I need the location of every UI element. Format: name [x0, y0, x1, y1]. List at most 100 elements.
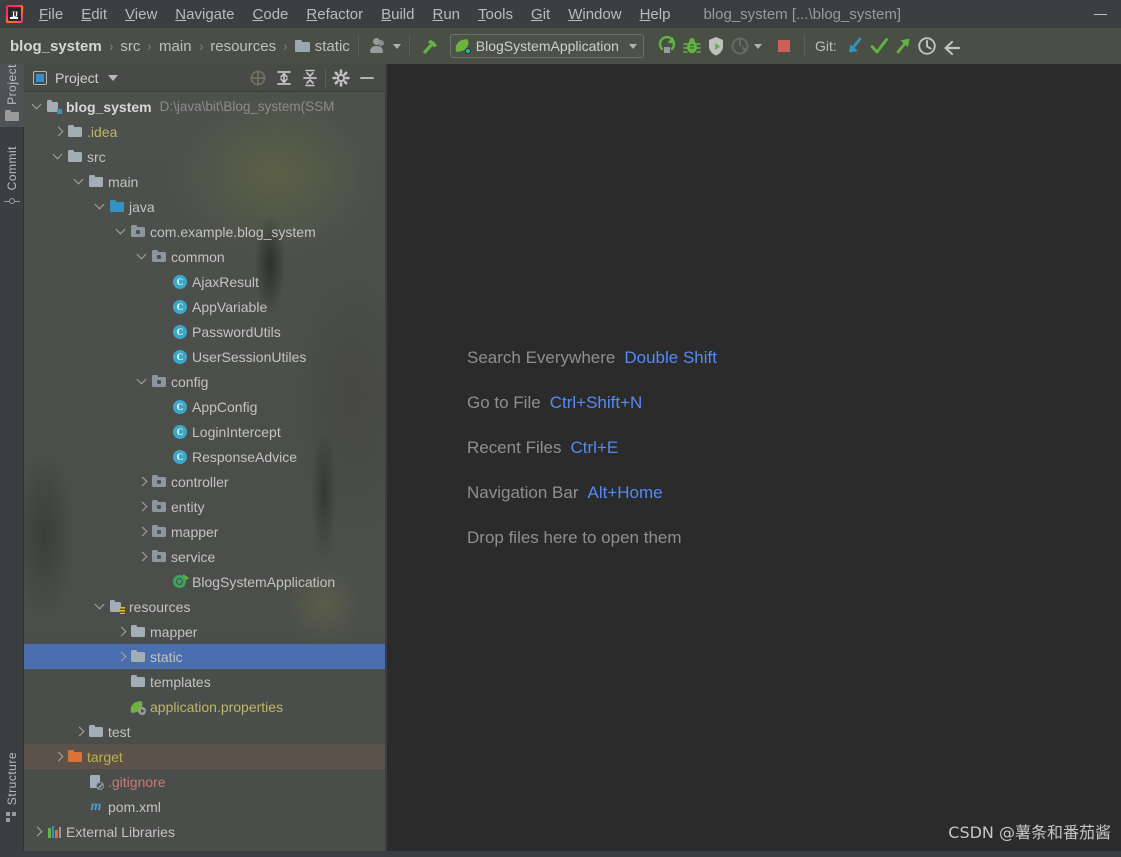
debug-bug-icon[interactable]: [680, 34, 704, 58]
chevron-right-icon[interactable]: [116, 651, 128, 663]
tree-row[interactable]: src: [24, 144, 386, 169]
chevron-right-icon[interactable]: [137, 476, 149, 488]
tree-row[interactable]: .gitignore: [24, 769, 386, 794]
menu-build[interactable]: Build: [372, 4, 423, 25]
panel-settings-gear-icon[interactable]: [328, 65, 354, 91]
hammer-build-icon[interactable]: [418, 34, 442, 58]
expand-all-button[interactable]: [271, 65, 297, 91]
menu-window[interactable]: Window: [559, 4, 630, 25]
tree-row[interactable]: static: [24, 644, 386, 669]
profiler-button[interactable]: [728, 34, 752, 58]
menu-bar: File Edit View Navigate Code Refactor Build Run…: [30, 4, 679, 25]
avatar-chevron-down-icon[interactable]: [392, 43, 401, 49]
sidebar-item-commit[interactable]: Commit: [0, 146, 24, 212]
menu-help[interactable]: Help: [631, 4, 680, 25]
menu-view[interactable]: View: [116, 4, 166, 25]
chevron-down-icon[interactable]: [116, 226, 128, 238]
tree-row[interactable]: config: [24, 369, 386, 394]
sidebar-item-structure[interactable]: Structure: [0, 752, 24, 827]
tree-row[interactable]: entity: [24, 494, 386, 519]
tree-row[interactable]: C ResponseAdvice: [24, 444, 386, 469]
breadcrumb-item-blog-system[interactable]: blog_system: [10, 38, 102, 55]
git-history-button[interactable]: [915, 34, 939, 58]
chevron-right-icon[interactable]: [53, 126, 65, 138]
breadcrumb-item-resources[interactable]: resources: [210, 38, 276, 55]
git-commit-button[interactable]: [867, 34, 891, 58]
breadcrumb-item-main[interactable]: main: [159, 38, 192, 55]
chevron-right-icon[interactable]: [116, 626, 128, 638]
menu-file[interactable]: File: [30, 4, 72, 25]
tree-row[interactable]: com.example.blog_system: [24, 219, 386, 244]
tree-row[interactable]: External Libraries: [24, 819, 386, 844]
chevron-down-icon[interactable]: [95, 201, 107, 213]
chevron-down-icon[interactable]: [95, 601, 107, 613]
tree-row[interactable]: BlogSystemApplication: [24, 569, 386, 594]
tree-row[interactable]: test: [24, 719, 386, 744]
menu-navigate[interactable]: Navigate: [166, 4, 243, 25]
tree-row-label: AjaxResult: [192, 273, 259, 290]
chevron-right-icon[interactable]: [137, 501, 149, 513]
tree-row[interactable]: C LoginIntercept: [24, 419, 386, 444]
user-avatar-icon[interactable]: [367, 34, 391, 58]
chevron-down-icon[interactable]: [53, 151, 65, 163]
select-opened-file-button[interactable]: [245, 65, 271, 91]
tree-row[interactable]: templates: [24, 669, 386, 694]
chevron-down-icon[interactable]: [628, 43, 637, 49]
menu-code[interactable]: Code: [244, 4, 298, 25]
tree-row[interactable]: .idea: [24, 119, 386, 144]
chevron-right-icon[interactable]: [32, 826, 44, 838]
menu-tools[interactable]: Tools: [469, 4, 522, 25]
stop-button[interactable]: [772, 34, 796, 58]
tree-row-label: pom.xml: [108, 798, 161, 815]
breadcrumb-separator: ›: [283, 38, 288, 54]
git-rollback-button[interactable]: [939, 34, 963, 58]
tree-row[interactable]: main: [24, 169, 386, 194]
menu-git[interactable]: Git: [522, 4, 559, 25]
hide-panel-button[interactable]: [354, 65, 380, 91]
git-push-button[interactable]: [891, 34, 915, 58]
tree-row[interactable]: C PasswordUtils: [24, 319, 386, 344]
tree-row[interactable]: target: [24, 744, 386, 769]
more-run-options-chevron-down-icon[interactable]: [753, 43, 762, 49]
run-button[interactable]: [656, 34, 680, 58]
tree-row[interactable]: service: [24, 544, 386, 569]
project-file-tree[interactable]: blog_system D:\java\bit\Blog_system(SSM .i…: [24, 92, 386, 857]
run-configuration-selector[interactable]: BlogSystemApplication: [449, 34, 644, 58]
breadcrumb-separator: ›: [148, 38, 152, 54]
tree-row[interactable]: mapper: [24, 619, 386, 644]
tree-row[interactable]: java: [24, 194, 386, 219]
breadcrumb-item-src[interactable]: src: [120, 38, 140, 55]
tree-row[interactable]: mapper: [24, 519, 386, 544]
run-with-coverage-button[interactable]: [704, 34, 728, 58]
chevron-right-icon[interactable]: [137, 551, 149, 563]
tree-row[interactable]: C AjaxResult: [24, 269, 386, 294]
chevron-right-icon[interactable]: [74, 726, 86, 738]
tree-row[interactable]: C UserSessionUtiles: [24, 344, 386, 369]
tree-row[interactable]: resources: [24, 594, 386, 619]
editor-empty-area[interactable]: Search Everywhere Double Shift Go to File C…: [387, 64, 1121, 857]
tree-row[interactable]: C AppConfig: [24, 394, 386, 419]
chevron-down-icon[interactable]: [107, 74, 118, 81]
tree-row[interactable]: common: [24, 244, 386, 269]
tree-row[interactable]: controller: [24, 469, 386, 494]
chevron-down-icon[interactable]: [32, 101, 44, 113]
git-update-button[interactable]: [843, 34, 867, 58]
breadcrumb-item-static[interactable]: static: [315, 38, 350, 55]
chevron-right-icon[interactable]: [53, 751, 65, 763]
chevron-down-icon[interactable]: [74, 176, 86, 188]
menu-edit[interactable]: Edit: [72, 4, 116, 25]
tree-row[interactable]: m pom.xml: [24, 794, 386, 819]
chevron-down-icon[interactable]: [137, 376, 149, 388]
menu-run[interactable]: Run: [423, 4, 469, 25]
tree-row[interactable]: C AppVariable: [24, 294, 386, 319]
chevron-right-icon[interactable]: [137, 526, 149, 538]
tree-row[interactable]: blog_system D:\java\bit\Blog_system(SSM: [24, 94, 386, 119]
window-minimize-button[interactable]: [1094, 0, 1107, 28]
chevron-down-icon[interactable]: [137, 251, 149, 263]
sidebar-item-project[interactable]: Project: [0, 64, 24, 127]
collapse-all-button[interactable]: [297, 65, 323, 91]
tree-row[interactable]: application.properties: [24, 694, 386, 719]
menu-refactor[interactable]: Refactor: [297, 4, 372, 25]
